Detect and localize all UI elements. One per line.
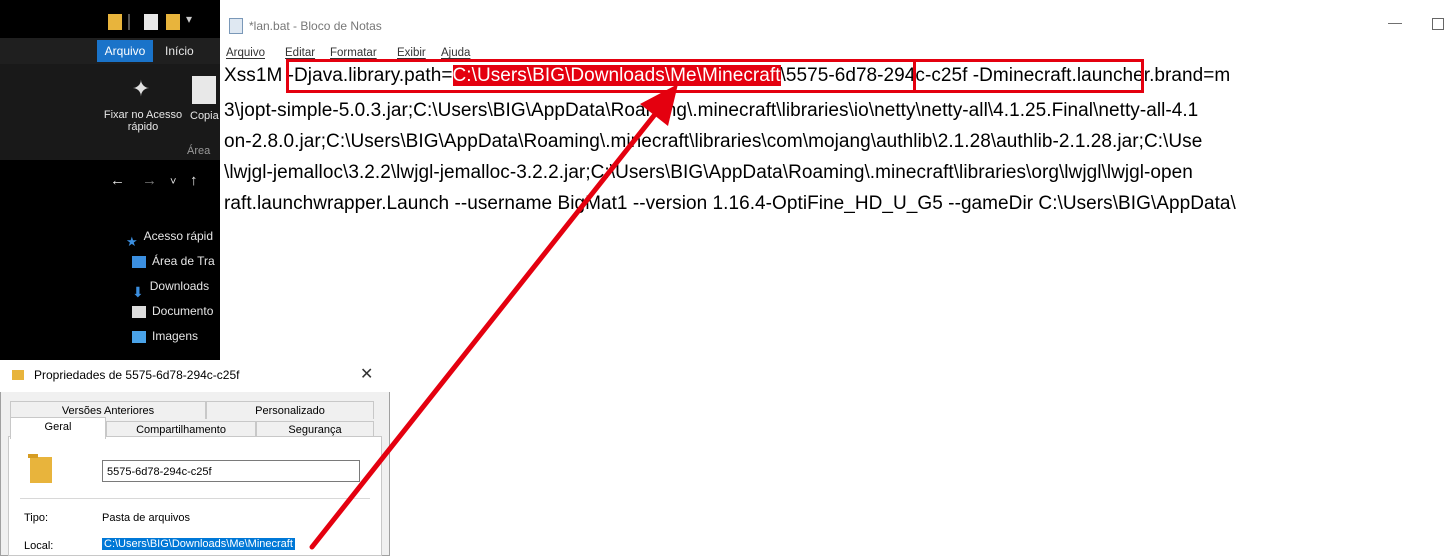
tree-item-desktop[interactable]: Área de Tra [132, 250, 215, 272]
recent-dropdown-icon[interactable]: ˅ [170, 176, 176, 188]
new-folder-icon[interactable] [166, 14, 180, 30]
pin-icon[interactable]: ✦ [128, 76, 154, 102]
folder-icon [12, 370, 24, 380]
tab-geral[interactable]: Geral [10, 417, 106, 439]
tree-item-label: Documento [152, 304, 214, 318]
menu-arquivo[interactable]: Arquivo [226, 47, 265, 59]
folder-icon[interactable] [108, 14, 122, 30]
tree-item-pictures[interactable]: Imagens [132, 325, 198, 347]
menu-exibir[interactable]: Exibir [397, 47, 426, 59]
editor-line-4[interactable]: \lwjgl-jemalloc\3.2.2\lwjgl-jemalloc-3.2… [224, 161, 1193, 185]
tree-item-label: Downloads [149, 279, 210, 293]
up-icon[interactable]: ↑ [190, 172, 198, 189]
tab-personalizado[interactable]: Personalizado [206, 401, 374, 419]
document-icon [132, 305, 146, 318]
tab-inicio[interactable]: Início [165, 40, 215, 62]
properties-icon[interactable] [144, 14, 158, 30]
tree-item-documents[interactable]: Documento [132, 300, 213, 322]
close-icon[interactable]: ✕ [360, 364, 373, 384]
separator [128, 14, 130, 30]
download-icon: ⬇ [132, 283, 144, 300]
menu-ajuda[interactable]: Ajuda [441, 47, 470, 59]
line-text: Xss1M [224, 65, 288, 86]
desktop-icon [132, 255, 146, 268]
back-icon[interactable]: ← [110, 172, 125, 189]
forward-icon[interactable]: → [142, 172, 157, 189]
properties-title: Propriedades de 5575-6d78-294c-c25f [34, 368, 240, 382]
folder-icon [28, 454, 52, 483]
notepad-titlebar [220, 14, 1456, 42]
notepad-title: *lan.bat - Bloco de Notas [249, 19, 382, 33]
tab-arquivo[interactable]: Arquivo [97, 40, 153, 62]
tree-item-quick-access[interactable]: ★ Acesso rápid [126, 225, 214, 249]
explorer-titlebar: ▾ [0, 0, 220, 38]
divider [20, 498, 370, 499]
pictures-icon [132, 330, 146, 343]
maximize-icon[interactable] [1432, 18, 1444, 30]
minimize-icon[interactable]: — [1388, 14, 1402, 30]
notepad-icon [229, 18, 243, 34]
editor-line-5[interactable]: raft.launchwrapper.Launch --username Big… [224, 192, 1236, 216]
clipboard-group-label: Área [187, 145, 211, 157]
local-label: Local: [24, 540, 54, 552]
editor-line-2[interactable]: 3\jopt-simple-5.0.3.jar;C:\Users\BIG\App… [224, 99, 1198, 123]
local-value-selected[interactable]: C:\Users\BIG\Downloads\Me\Minecraft [102, 538, 295, 550]
tab-seguranca[interactable]: Segurança [256, 421, 374, 437]
tree-item-label: Acesso rápid [143, 229, 214, 243]
tipo-label: Tipo: [24, 512, 49, 524]
folder-name-field[interactable]: 5575-6d78-294c-c25f [102, 460, 360, 482]
annotation-box-folder [913, 59, 1144, 93]
copy-icon[interactable] [192, 76, 216, 104]
qat-dropdown-icon[interactable]: ▾ [186, 12, 192, 26]
menu-editar[interactable]: Editar [285, 47, 315, 59]
copy-label[interactable]: Copia [190, 110, 219, 122]
tree-item-label: Imagens [152, 329, 199, 343]
local-value[interactable]: C:\Users\BIG\Downloads\Me\Minecraft [102, 538, 295, 550]
tree-item-label: Área de Tra [152, 254, 215, 268]
tree-item-downloads[interactable]: ⬇ Downloads [132, 275, 210, 300]
tab-compartilhamento[interactable]: Compartilhamento [106, 421, 256, 437]
tipo-value: Pasta de arquivos [102, 512, 191, 524]
menu-formatar[interactable]: Formatar [330, 47, 377, 59]
editor-line-3[interactable]: on-2.8.0.jar;C:\Users\BIG\AppData\Roamin… [224, 130, 1202, 154]
star-icon: ★ [126, 233, 138, 249]
pin-quick-access-label[interactable]: Fixar no Acesso rápido [98, 109, 188, 133]
